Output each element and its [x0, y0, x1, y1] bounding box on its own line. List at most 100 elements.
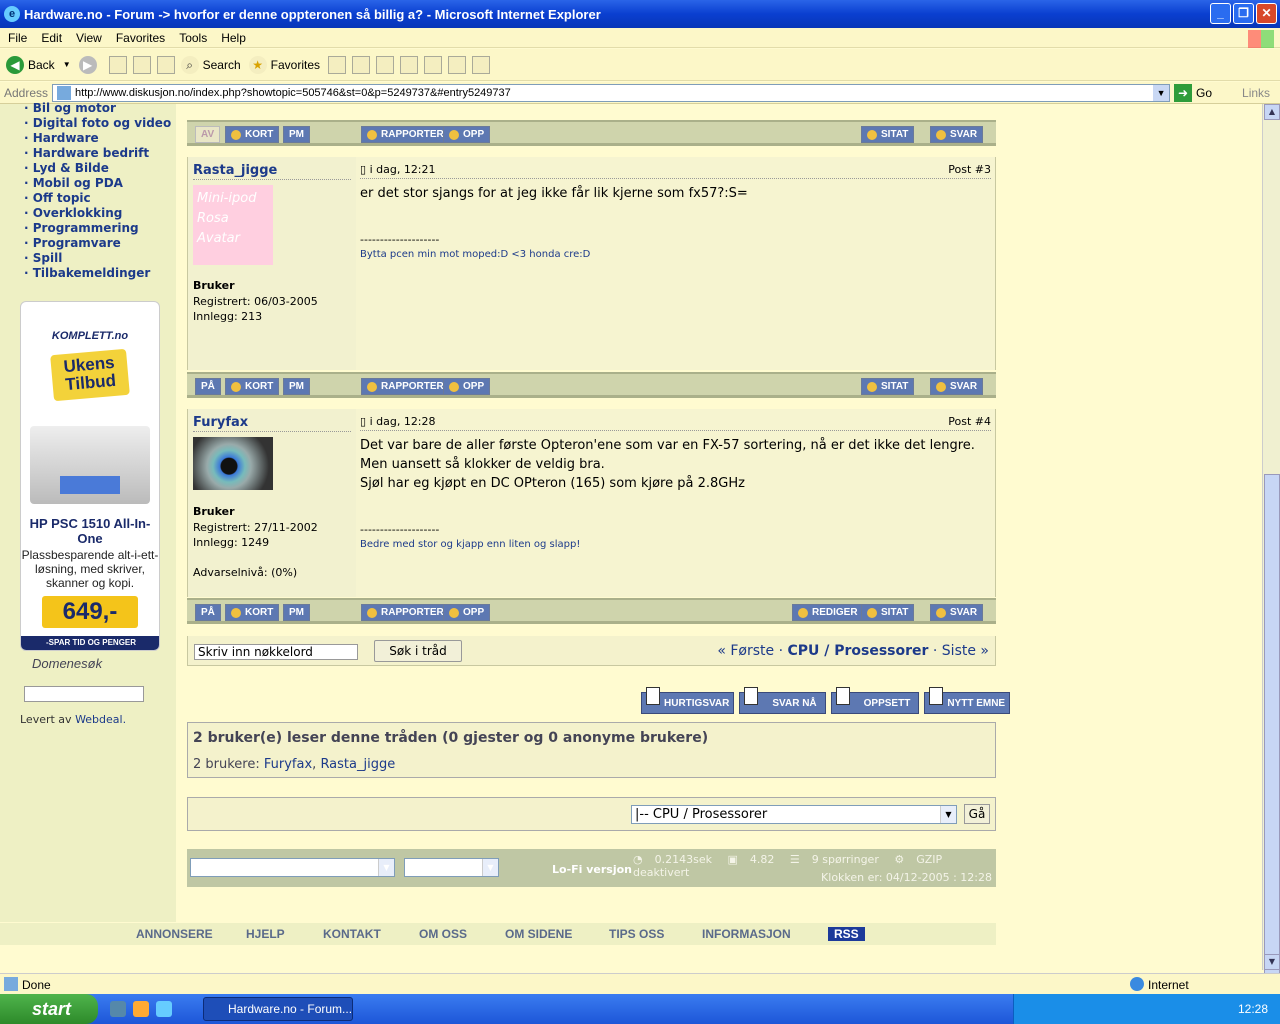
- address-input[interactable]: http://www.diskusjon.no/index.php?showto…: [52, 83, 1171, 102]
- sidebar-item-tilbakemeldinger[interactable]: · Tilbakemeldinger: [24, 266, 171, 281]
- opp-button[interactable]: OPP: [443, 604, 491, 621]
- reader-link-furyfax[interactable]: Furyfax: [264, 757, 312, 772]
- refresh-icon[interactable]: [132, 55, 151, 74]
- sidebar-item-hardware[interactable]: · Hardware: [24, 131, 171, 146]
- sidebar-item-overklokking[interactable]: · Overklokking: [24, 206, 171, 221]
- sitat-button[interactable]: SITAT: [861, 126, 915, 143]
- domain-search-input[interactable]: [24, 686, 144, 702]
- print-icon[interactable]: [376, 55, 394, 74]
- sitat-button[interactable]: SITAT: [861, 604, 915, 621]
- nytt-emne-button[interactable]: NYTT EMNE: [924, 687, 1011, 714]
- post-username[interactable]: Rasta_jigge: [193, 163, 277, 178]
- pm-button[interactable]: PM: [283, 604, 310, 621]
- post-number[interactable]: Post #4: [948, 415, 991, 428]
- scroll-up-icon[interactable]: ▲: [1264, 104, 1280, 120]
- menu-tools[interactable]: Tools: [179, 31, 207, 45]
- links-button[interactable]: Links: [1242, 86, 1270, 100]
- menu-edit[interactable]: Edit: [41, 31, 62, 45]
- quicklaunch-media-icon[interactable]: [133, 1001, 149, 1017]
- nav-informasjon[interactable]: INFORMASJON: [702, 927, 791, 941]
- keyword-input[interactable]: Skriv inn nøkkelord: [194, 644, 358, 660]
- nav-hjelp[interactable]: HJELP: [246, 927, 285, 941]
- home-icon[interactable]: [156, 55, 175, 74]
- language-select[interactable]: English ▼: [404, 858, 499, 877]
- svar-na-button[interactable]: SVAR NÅ: [739, 687, 826, 714]
- minimize-button[interactable]: _: [1210, 3, 1231, 24]
- menu-help[interactable]: Help: [221, 31, 246, 45]
- kort-button[interactable]: KORT: [225, 378, 280, 395]
- stop-icon[interactable]: [108, 55, 127, 74]
- quicklaunch-desktop-icon[interactable]: [110, 1001, 126, 1017]
- rediger-button[interactable]: REDIGER: [792, 604, 864, 621]
- search-thread-button[interactable]: Søk i tråd: [374, 640, 462, 662]
- mail-icon[interactable]: [352, 55, 370, 74]
- opp-button[interactable]: OPP: [443, 378, 491, 395]
- edit-icon[interactable]: [400, 55, 418, 74]
- chevron-down-icon[interactable]: ▼: [1153, 84, 1170, 101]
- sitat-button[interactable]: SITAT: [861, 378, 915, 395]
- user-warning-level[interactable]: Advarselnivå: (0%): [193, 565, 297, 580]
- nav-om-sidene[interactable]: OM SIDENE: [505, 927, 572, 941]
- start-button[interactable]: start: [0, 994, 98, 1024]
- favorites-button[interactable]: ★ Favorites: [248, 55, 320, 74]
- menu-favorites[interactable]: Favorites: [116, 31, 165, 45]
- scroll-thumb[interactable]: [1264, 474, 1280, 1024]
- rapporter-button[interactable]: RAPPORTER: [361, 378, 450, 395]
- last-link[interactable]: Siste »: [942, 643, 989, 659]
- back-button[interactable]: ◀ Back ▼: [6, 55, 71, 74]
- scroll-down-icon[interactable]: ▼: [1264, 954, 1280, 970]
- sidebar-item-lyd-bilde[interactable]: · Lyd & Bilde: [24, 161, 171, 176]
- search-button[interactable]: ⌕ Search: [180, 55, 241, 74]
- rss-link[interactable]: RSS: [828, 927, 865, 941]
- opp-button[interactable]: OPP: [443, 126, 491, 143]
- sidebar-item-bil-og-motor[interactable]: · Bil og motor: [24, 101, 171, 116]
- hurtigsvar-button[interactable]: HURTIGSVAR: [641, 687, 735, 714]
- forum-jump-select[interactable]: |-- CPU / Prosessorer ▼: [631, 805, 957, 824]
- komplett-ad-banner[interactable]: KOMPLETT.no Ukens Tilbud HP PSC 1510 All…: [20, 301, 160, 651]
- pa-button[interactable]: PÅ: [195, 378, 221, 395]
- research-icon[interactable]: [472, 55, 490, 74]
- sidebar-item-off-topic[interactable]: · Off topic: [24, 191, 171, 206]
- svar-button[interactable]: SVAR: [930, 378, 984, 395]
- lofi-link[interactable]: Lo-Fi versjon: [552, 863, 632, 876]
- forward-button[interactable]: ▶: [78, 55, 101, 74]
- go-button[interactable]: ➜ Go: [1174, 83, 1212, 102]
- nav-kontakt[interactable]: KONTAKT: [323, 927, 381, 941]
- rapporter-button[interactable]: RAPPORTER: [361, 126, 450, 143]
- quicklaunch-ie-icon[interactable]: [156, 1001, 172, 1017]
- sidebar-item-hardware-bedrift[interactable]: · Hardware bedrift: [24, 146, 171, 161]
- sidebar-item-programvare[interactable]: · Programvare: [24, 236, 171, 251]
- first-link[interactable]: « Første: [717, 643, 774, 659]
- av-button[interactable]: AV: [195, 126, 221, 143]
- nav-annonsere[interactable]: ANNONSERE: [136, 927, 213, 941]
- pm-button[interactable]: PM: [283, 378, 310, 395]
- svar-button[interactable]: SVAR: [930, 604, 984, 621]
- nav-om-oss[interactable]: OM OSS: [419, 927, 467, 941]
- svar-button[interactable]: SVAR: [930, 126, 984, 143]
- pa-button[interactable]: PÅ: [195, 604, 221, 621]
- sidebar-item-spill[interactable]: · Spill: [24, 251, 171, 266]
- vertical-scrollbar[interactable]: ▲ ▼: [1262, 104, 1280, 1024]
- pm-button[interactable]: PM: [283, 126, 310, 143]
- close-button[interactable]: ✕: [1256, 3, 1277, 24]
- post-username[interactable]: Furyfax: [193, 415, 248, 430]
- kort-button[interactable]: KORT: [225, 604, 280, 621]
- skin-select[interactable]: Hardware.no ▼: [190, 858, 395, 877]
- post-number[interactable]: Post #3: [948, 163, 991, 176]
- menu-view[interactable]: View: [76, 31, 102, 45]
- rapporter-button[interactable]: RAPPORTER: [361, 604, 450, 621]
- nav-tips-oss[interactable]: TIPS OSS: [609, 927, 664, 941]
- maximize-button[interactable]: ❐: [1233, 3, 1254, 24]
- messenger-icon[interactable]: [448, 55, 466, 74]
- forum-link[interactable]: CPU / Prosessorer: [787, 643, 928, 659]
- oppsett-button[interactable]: OPPSETT: [830, 687, 920, 714]
- ga-button[interactable]: Gå: [964, 804, 990, 824]
- discuss-icon[interactable]: [424, 55, 442, 74]
- webdeal-link[interactable]: Webdeal.: [75, 713, 126, 726]
- kort-button[interactable]: KORT: [225, 126, 280, 143]
- sidebar-item-digital-foto[interactable]: · Digital foto og video: [24, 116, 171, 131]
- taskbar-ie-window[interactable]: Hardware.no - Forum...: [203, 997, 353, 1021]
- sidebar-item-programmering[interactable]: · Programmering: [24, 221, 171, 236]
- reader-link-rasta-jigge[interactable]: Rasta_jigge: [320, 757, 395, 772]
- menu-file[interactable]: File: [8, 31, 27, 45]
